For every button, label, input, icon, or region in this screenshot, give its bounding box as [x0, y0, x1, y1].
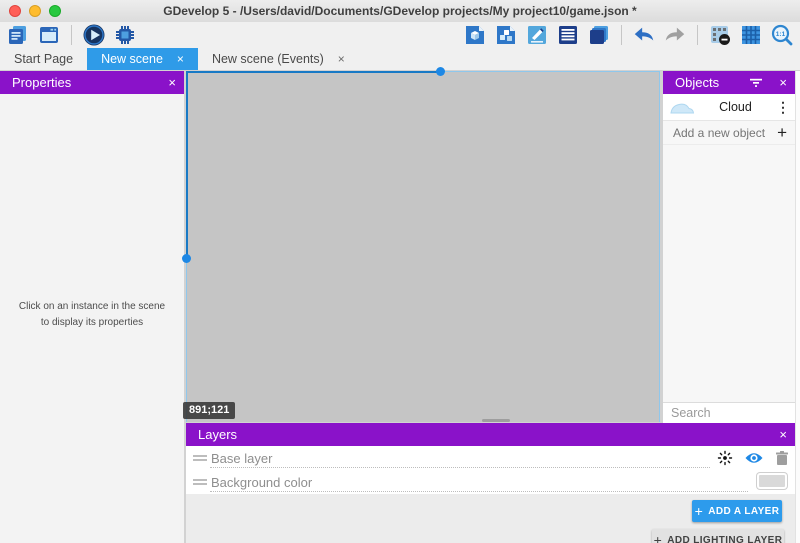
debug-icon[interactable] — [113, 23, 137, 47]
toolbar-separator — [697, 25, 698, 45]
object-menu-dots-icon[interactable]: ⋮ — [776, 100, 790, 114]
grid-icon[interactable] — [739, 23, 763, 47]
main-toolbar: 1:1 — [0, 22, 800, 48]
properties-empty-message: Click on an instance in the scene to dis… — [16, 299, 168, 331]
add-new-object-button[interactable]: Add a new object + — [663, 121, 795, 145]
drag-handle-icon[interactable] — [193, 453, 207, 463]
layer-effects-icon[interactable] — [717, 450, 733, 466]
layer-row-base[interactable]: Base layer — [186, 446, 795, 470]
properties-panel-header: Properties × — [0, 71, 184, 94]
add-lighting-layer-button[interactable]: + ADD LIGHTING LAYER — [652, 529, 784, 543]
layer-row-background-color[interactable]: Background color — [186, 470, 795, 494]
cloud-object-icon — [669, 100, 695, 115]
layer-name-underline — [210, 467, 710, 468]
redo-icon[interactable] — [663, 23, 687, 47]
plus-icon: + — [654, 533, 663, 543]
layers-panel-title: Layers — [198, 427, 237, 442]
objects-search-bar — [663, 402, 795, 423]
object-list-item-cloud[interactable]: Cloud ⋮ — [663, 94, 795, 121]
add-a-layer-button[interactable]: + ADD A LAYER — [692, 500, 782, 522]
layer-name-underline — [210, 491, 748, 492]
gdevelop-window: GDevelop 5 - /Users/david/Documents/GDev… — [0, 0, 800, 543]
objects-panel-header: Objects × — [663, 71, 795, 94]
canvas-hscrollbar[interactable] — [482, 419, 510, 422]
layer-visibility-eye-icon[interactable] — [744, 451, 764, 465]
layer-name-field[interactable]: Base layer — [211, 451, 272, 466]
start-page-icon[interactable] — [37, 23, 61, 47]
objects-panel: Objects × Cloud ⋮ Add a new object + — [663, 71, 795, 423]
tab-label: Start Page — [14, 52, 73, 66]
tab-label: New scene (Events) — [212, 52, 324, 66]
search-input[interactable] — [671, 406, 800, 420]
close-icon[interactable]: × — [779, 423, 787, 446]
tab-close-icon[interactable]: × — [177, 53, 184, 65]
scene-canvas[interactable] — [186, 71, 660, 422]
scene-properties-icon[interactable] — [525, 23, 549, 47]
editor-tabbar: Start Page New scene × New scene (Events… — [0, 48, 800, 70]
window-title: GDevelop 5 - /Users/david/Documents/GDev… — [0, 4, 800, 18]
instances-list-icon[interactable] — [556, 23, 580, 47]
toolbar-separator — [71, 25, 72, 45]
close-icon[interactable]: × — [779, 71, 787, 94]
right-scrollbar-track[interactable] — [795, 71, 800, 543]
layers-list: Base layer Background color — [186, 446, 795, 494]
zoom-1-1-icon[interactable]: 1:1 — [770, 23, 794, 47]
plus-icon: + — [777, 123, 787, 143]
drag-handle-icon[interactable] — [193, 477, 207, 487]
add-lighting-layer-label: ADD LIGHTING LAYER — [667, 535, 782, 543]
objects-panel-title: Objects — [675, 75, 719, 90]
layers-panel: Layers × Base layer — [186, 423, 795, 543]
cursor-coordinates-badge: 891;121 — [183, 402, 235, 419]
object-name: Cloud — [695, 100, 776, 114]
mask-icon[interactable] — [708, 23, 732, 47]
toolbar-separator — [621, 25, 622, 45]
properties-panel-title: Properties — [12, 75, 71, 90]
svg-text:1:1: 1:1 — [776, 31, 786, 38]
selection-edge-left — [186, 71, 188, 259]
layers-editor-icon[interactable] — [587, 23, 611, 47]
close-icon[interactable]: × — [168, 71, 176, 94]
tab-label: New scene — [101, 52, 163, 66]
selection-handle-left[interactable] — [182, 254, 191, 263]
tab-start-page[interactable]: Start Page — [0, 48, 87, 70]
properties-panel: Properties × Click on an instance in the… — [0, 71, 184, 543]
selection-handle-top[interactable] — [436, 67, 445, 76]
plus-icon: + — [695, 504, 704, 518]
layers-panel-header: Layers × — [186, 423, 795, 446]
filter-icon[interactable] — [749, 78, 763, 88]
objects-editor-icon[interactable] — [463, 23, 487, 47]
background-color-swatch[interactable] — [757, 473, 787, 489]
titlebar: GDevelop 5 - /Users/david/Documents/GDev… — [0, 0, 800, 22]
selection-edge-top — [186, 71, 441, 73]
layer-delete-trash-icon[interactable] — [775, 450, 789, 466]
undo-icon[interactable] — [632, 23, 656, 47]
add-a-layer-label: ADD A LAYER — [708, 506, 779, 517]
play-icon[interactable] — [82, 23, 106, 47]
object-groups-icon[interactable] — [494, 23, 518, 47]
tab-new-scene-events[interactable]: New scene (Events) × — [198, 48, 359, 70]
project-manager-icon[interactable] — [6, 23, 30, 47]
tab-new-scene[interactable]: New scene × — [87, 48, 198, 70]
add-new-object-label: Add a new object — [673, 126, 777, 140]
tab-close-icon[interactable]: × — [338, 53, 345, 65]
layer-name-field[interactable]: Background color — [211, 475, 312, 490]
